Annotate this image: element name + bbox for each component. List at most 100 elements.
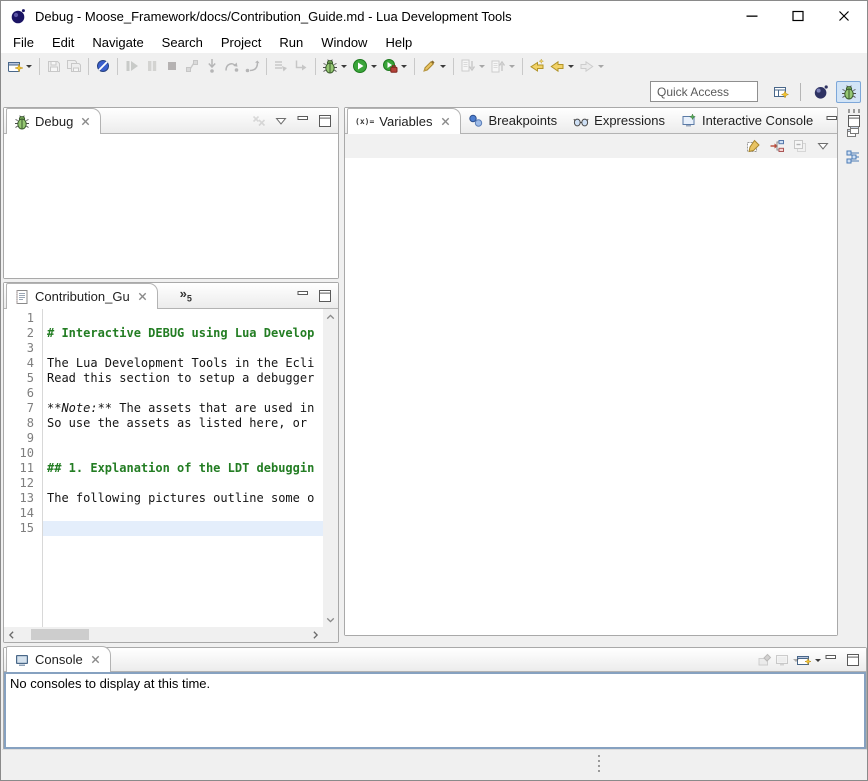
scrollbar-thumb[interactable] [31,629,89,640]
maximize-view-button[interactable] [315,111,334,130]
code-line[interactable] [43,386,323,401]
outline-view-button[interactable] [843,148,862,167]
show-type-names-button[interactable] [744,137,763,156]
dropdown-arrow-icon[interactable] [815,659,821,665]
code-line[interactable] [43,341,323,356]
code-line[interactable] [43,521,323,536]
dropdown-arrow-icon [598,65,604,71]
code-line[interactable] [43,311,323,326]
code-line[interactable]: **Note:** The assets that are used in [43,401,323,416]
previous-annotation-button [488,55,518,77]
menu-project[interactable]: Project [212,33,270,52]
maximize-view-button[interactable] [315,286,334,305]
close-icon[interactable] [440,116,451,127]
editor-vertical-scrollbar[interactable] [323,309,338,627]
console-view-panel: Console No consoles to display at this t… [3,647,867,750]
editor-content[interactable]: 123456789101112131415 # Interactive DEBU… [4,309,338,642]
open-perspective-button[interactable] [768,81,793,103]
terminate-icon [164,58,180,74]
skip-all-breakpoints-button[interactable] [93,55,113,77]
tab-debug[interactable]: Debug [6,108,101,134]
code-line[interactable] [43,476,323,491]
menu-run[interactable]: Run [270,33,312,52]
quick-access-input[interactable] [650,81,758,102]
tab-variables[interactable]: (x)=Variables [347,108,461,134]
view-menu-button[interactable] [813,137,832,156]
tab-interactive-console[interactable]: Interactive Console [674,108,822,133]
code-line[interactable]: ## 1. Explanation of the LDT debuggin [43,461,323,476]
scroll-down-icon[interactable] [324,613,337,626]
menu-navigate[interactable]: Navigate [83,33,152,52]
step-into-icon [204,58,220,74]
step-over-icon [224,58,240,74]
line-number: 6 [4,386,42,401]
maximize-view-button[interactable] [843,650,862,669]
code-line[interactable]: Read this section to setup a debugger [43,371,323,386]
code-line[interactable]: # Interactive DEBUG using Lua Develop [43,326,323,341]
menu-help[interactable]: Help [376,33,421,52]
variables-view-content[interactable] [345,158,837,635]
more-editors-button[interactable]: »5 [180,286,192,304]
code-line[interactable] [43,431,323,446]
debug-icon [322,58,338,74]
code-line[interactable]: The Lua Development Tools in the Ecli [43,356,323,371]
show-logical-structure-button[interactable] [767,137,786,156]
marker-pen-button[interactable] [419,55,449,77]
external-tools-button[interactable] [380,55,410,77]
back-button[interactable] [547,55,577,77]
code-line[interactable]: So use the assets as listed here, or [43,416,323,431]
tab-console[interactable]: Console [6,646,111,672]
dropdown-arrow-icon[interactable] [26,65,32,71]
restore-views-button[interactable] [843,122,862,141]
last-edit-location-button[interactable] [527,55,547,77]
toolbar-separator [117,58,118,75]
main-toolbar [1,53,867,78]
menu-edit[interactable]: Edit [43,33,83,52]
minimize-view-button[interactable] [822,111,841,130]
dropdown-arrow-icon[interactable] [341,65,347,71]
debug-icon [14,114,30,130]
scroll-left-icon[interactable] [5,628,18,641]
dropdown-arrow-icon[interactable] [440,65,446,71]
win-maximize-button[interactable] [775,1,821,31]
scroll-right-icon[interactable] [309,628,322,641]
close-icon[interactable] [90,654,101,665]
code-area[interactable]: # Interactive DEBUG using Lua Develop The… [43,309,323,627]
open-console-button[interactable] [799,650,818,669]
debug-button[interactable] [320,55,350,77]
debug-view-content[interactable] [4,134,338,278]
view-menu-button[interactable] [271,111,290,130]
editor-horizontal-scrollbar[interactable] [4,627,323,642]
suspend-button [142,55,162,77]
minimize-view-button[interactable] [293,286,312,305]
dropdown-arrow-icon[interactable] [568,65,574,71]
win-minimize-button[interactable] [729,1,775,31]
minimize-view-button[interactable] [293,111,312,130]
close-icon[interactable] [80,116,91,127]
console-view-content[interactable]: No consoles to display at this time. [4,672,866,749]
menu-search[interactable]: Search [153,33,212,52]
tab-breakpoints[interactable]: Breakpoints [461,108,567,133]
perspective-debug-button[interactable] [836,81,861,103]
status-drag-handle[interactable] [598,755,600,774]
close-icon[interactable] [137,291,148,302]
tab-expressions[interactable]: Expressions [566,108,674,133]
perspective-lua-button[interactable] [808,81,833,103]
run-button[interactable] [350,55,380,77]
resume-icon [124,58,140,74]
save-all-icon [66,58,82,74]
tab-contribution-gu[interactable]: Contribution_Gu [6,283,158,309]
display-console-icon [774,652,790,668]
drag-handle[interactable] [848,109,862,113]
code-line[interactable]: The following pictures outline some o [43,491,323,506]
code-line[interactable] [43,446,323,461]
dropdown-arrow-icon[interactable] [371,65,377,71]
dropdown-arrow-icon[interactable] [401,65,407,71]
new-wizard-button[interactable] [5,55,35,77]
win-close-button[interactable] [821,1,867,31]
menu-file[interactable]: File [4,33,43,52]
menu-window[interactable]: Window [312,33,376,52]
minimize-view-button[interactable] [821,650,840,669]
code-line[interactable] [43,506,323,521]
scroll-up-icon[interactable] [324,310,337,323]
